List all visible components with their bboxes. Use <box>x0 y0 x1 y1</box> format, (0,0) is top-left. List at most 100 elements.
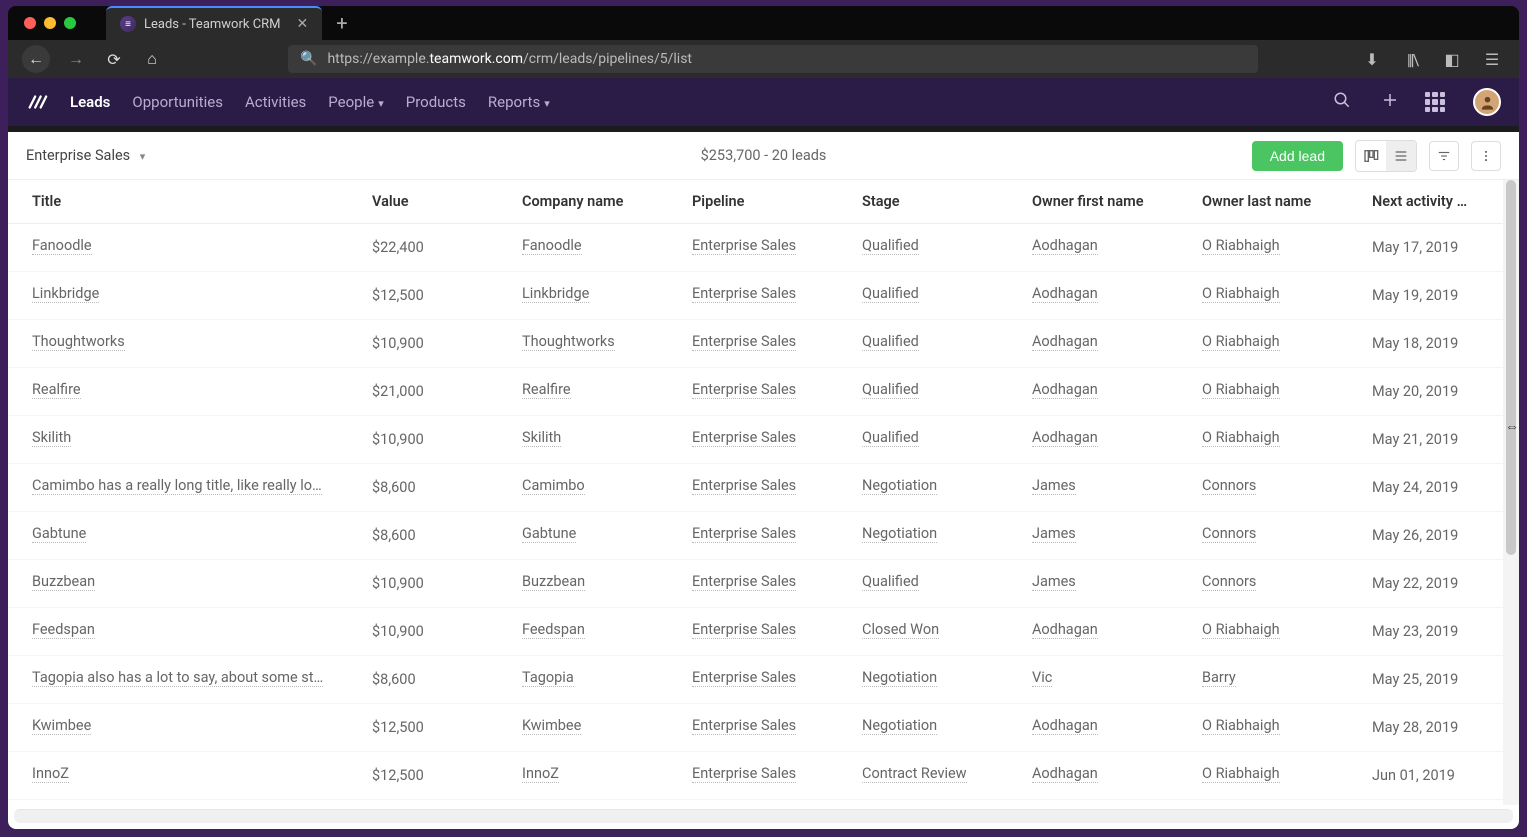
table-row[interactable]: InnoZ$12,500InnoZEnterprise SalesContrac… <box>8 752 1519 800</box>
cell-title[interactable]: Camimbo has a really long title, like re… <box>32 477 322 495</box>
cell-owner_last[interactable]: O Riabhaigh <box>1202 285 1280 303</box>
cell-company[interactable]: Skilith <box>522 429 561 447</box>
table-row[interactable]: Fanoodle$22,400FanoodleEnterprise SalesQ… <box>8 224 1519 272</box>
cell-owner_first[interactable]: Vic <box>1032 669 1052 687</box>
apps-icon[interactable] <box>1425 92 1451 112</box>
cell-company[interactable]: Buzzbean <box>522 573 585 591</box>
forward-button[interactable]: → <box>64 49 88 69</box>
table-row[interactable]: Skilith$10,900SkilithEnterprise SalesQua… <box>8 416 1519 464</box>
cell-title[interactable]: Skilith <box>32 429 71 447</box>
cell-owner_first[interactable]: Aodhagan <box>1032 285 1098 303</box>
minimize-window-button[interactable] <box>44 17 56 29</box>
cell-title[interactable]: Tagopia also has a lot to say, about som… <box>32 669 323 687</box>
nav-reports[interactable]: Reports▾ <box>488 93 550 111</box>
board-view-button[interactable] <box>1356 141 1386 171</box>
cell-owner_last[interactable]: Barry <box>1202 669 1236 687</box>
cell-owner_first[interactable]: Aodhagan <box>1032 717 1098 735</box>
nav-opportunities[interactable]: Opportunities <box>132 93 223 111</box>
nav-leads[interactable]: Leads <box>70 93 110 111</box>
cell-company[interactable]: InnoZ <box>522 765 559 783</box>
table-row[interactable]: Realfire$21,000RealfireEnterprise SalesQ… <box>8 368 1519 416</box>
address-bar[interactable]: 🔍 https://example.teamwork.com/crm/leads… <box>288 45 1258 73</box>
cell-company[interactable]: Thoughtworks <box>522 333 615 351</box>
cell-stage[interactable]: Negotiation <box>862 525 937 543</box>
cell-stage[interactable]: Qualified <box>862 573 919 591</box>
cell-pipeline[interactable]: Enterprise Sales <box>692 333 796 351</box>
user-avatar[interactable] <box>1473 88 1501 116</box>
cell-stage[interactable]: Closed Won <box>862 621 939 639</box>
table-row[interactable]: Tagopia also has a lot to say, about som… <box>8 656 1519 704</box>
cell-title[interactable]: Kwimbee <box>32 717 91 735</box>
cell-stage[interactable]: Negotiation <box>862 717 937 735</box>
cell-owner_last[interactable]: O Riabhaigh <box>1202 621 1280 639</box>
nav-activities[interactable]: Activities <box>245 93 306 111</box>
nav-products[interactable]: Products <box>406 93 466 111</box>
cell-title[interactable]: Linkbridge <box>32 285 99 303</box>
cell-owner_last[interactable]: O Riabhaigh <box>1202 237 1280 255</box>
cell-company[interactable]: Tagopia <box>522 669 574 687</box>
col-owner-last[interactable]: Owner last name <box>1202 193 1372 210</box>
cell-title[interactable]: Gabtune <box>32 525 86 543</box>
cell-owner_last[interactable]: Connors <box>1202 477 1256 495</box>
resize-handle-icon[interactable]: ⇔ <box>1505 418 1519 430</box>
cell-pipeline[interactable]: Enterprise Sales <box>692 621 796 639</box>
cell-owner_last[interactable]: Connors <box>1202 573 1256 591</box>
cell-company[interactable]: Kwimbee <box>522 717 581 735</box>
cell-owner_first[interactable]: James <box>1032 477 1076 495</box>
list-view-button[interactable] <box>1386 141 1416 171</box>
home-button[interactable]: ⌂ <box>140 49 164 69</box>
cell-company[interactable]: Fanoodle <box>522 237 582 255</box>
back-button[interactable]: ← <box>22 45 50 73</box>
library-icon[interactable]: |||\ <box>1399 50 1425 69</box>
table-row[interactable]: Linkbridge$12,500LinkbridgeEnterprise Sa… <box>8 272 1519 320</box>
cell-stage[interactable]: Contract Review <box>862 765 967 783</box>
cell-owner_first[interactable]: James <box>1032 573 1076 591</box>
col-value[interactable]: Value <box>372 193 522 210</box>
cell-pipeline[interactable]: Enterprise Sales <box>692 717 796 735</box>
cell-owner_first[interactable]: Aodhagan <box>1032 333 1098 351</box>
cell-title[interactable]: Realfire <box>32 381 81 399</box>
horizontal-scrollbar[interactable] <box>14 809 1513 823</box>
cell-pipeline[interactable]: Enterprise Sales <box>692 573 796 591</box>
sidebar-toggle-icon[interactable]: ◧ <box>1439 50 1465 69</box>
col-owner-first[interactable]: Owner first name <box>1032 193 1202 210</box>
app-logo[interactable] <box>26 91 48 113</box>
table-row[interactable]: Feedspan$10,900FeedspanEnterprise SalesC… <box>8 608 1519 656</box>
search-icon[interactable] <box>1329 91 1355 113</box>
cell-owner_first[interactable]: Aodhagan <box>1032 765 1098 783</box>
table-row[interactable]: Kwimbee$12,500KwimbeeEnterprise SalesNeg… <box>8 704 1519 752</box>
cell-company[interactable]: Linkbridge <box>522 285 589 303</box>
cell-title[interactable]: Thoughtworks <box>32 333 125 351</box>
cell-stage[interactable]: Qualified <box>862 429 919 447</box>
pipeline-selector[interactable]: Enterprise Sales ▾ <box>26 147 145 164</box>
cell-stage[interactable]: Qualified <box>862 237 919 255</box>
close-tab-icon[interactable]: ✕ <box>297 16 309 32</box>
add-lead-button[interactable]: Add lead <box>1252 141 1343 171</box>
cell-owner_last[interactable]: O Riabhaigh <box>1202 381 1280 399</box>
cell-owner_last[interactable]: O Riabhaigh <box>1202 429 1280 447</box>
cell-stage[interactable]: Qualified <box>862 333 919 351</box>
cell-stage[interactable]: Negotiation <box>862 669 937 687</box>
more-options-button[interactable] <box>1471 141 1501 171</box>
col-title[interactable]: Title <box>32 193 372 210</box>
col-stage[interactable]: Stage <box>862 193 1032 210</box>
cell-owner_last[interactable]: O Riabhaigh <box>1202 333 1280 351</box>
cell-title[interactable]: Feedspan <box>32 621 95 639</box>
cell-pipeline[interactable]: Enterprise Sales <box>692 237 796 255</box>
table-row[interactable]: Buzzbean$10,900BuzzbeanEnterprise SalesQ… <box>8 560 1519 608</box>
cell-owner_first[interactable]: Aodhagan <box>1032 381 1098 399</box>
cell-title[interactable]: Fanoodle <box>32 237 92 255</box>
cell-owner_first[interactable]: James <box>1032 525 1076 543</box>
cell-stage[interactable]: Qualified <box>862 285 919 303</box>
close-window-button[interactable] <box>24 17 36 29</box>
nav-people[interactable]: People▾ <box>328 93 383 111</box>
cell-company[interactable]: Realfire <box>522 381 571 399</box>
vertical-scrollbar[interactable] <box>1503 180 1519 805</box>
add-icon[interactable] <box>1377 91 1403 113</box>
menu-icon[interactable]: ☰ <box>1479 50 1505 69</box>
table-row[interactable]: Camimbo has a really long title, like re… <box>8 464 1519 512</box>
new-tab-button[interactable]: + <box>336 11 347 35</box>
cell-pipeline[interactable]: Enterprise Sales <box>692 669 796 687</box>
reload-button[interactable]: ⟳ <box>102 50 126 69</box>
cell-company[interactable]: Camimbo <box>522 477 585 495</box>
